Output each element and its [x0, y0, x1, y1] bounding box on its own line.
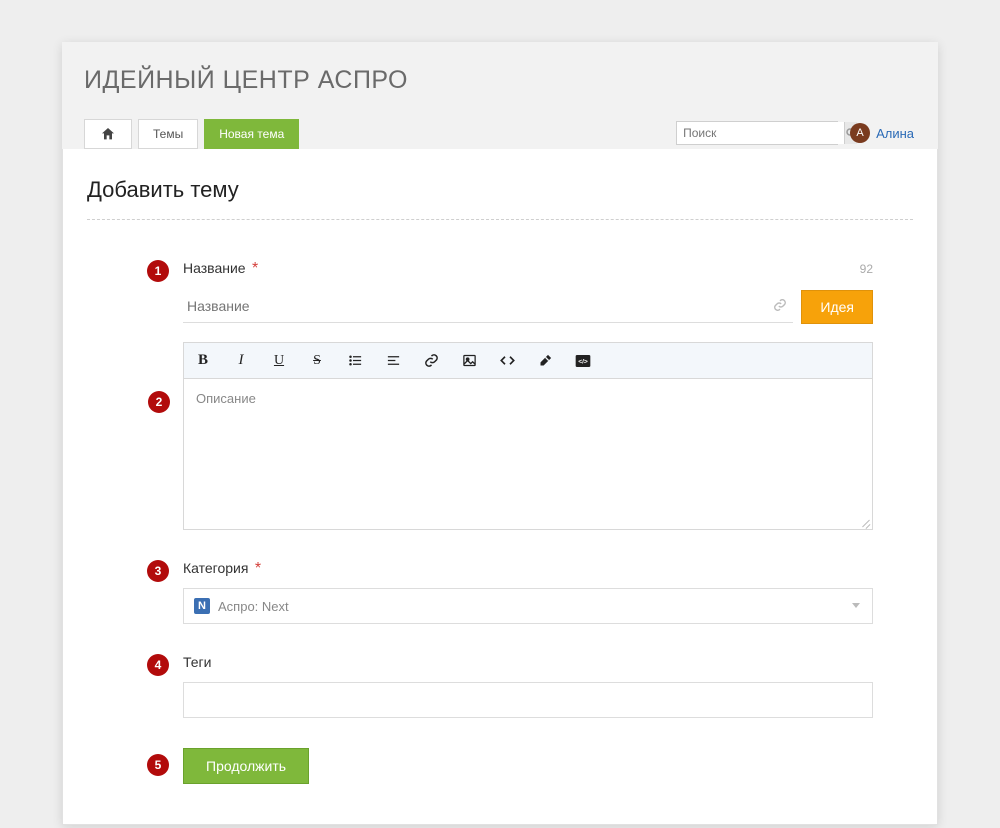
label-category: Категория: [183, 560, 248, 576]
step-badge-1: 1: [147, 260, 169, 282]
required-mark: *: [255, 560, 261, 577]
required-mark: *: [252, 260, 258, 277]
new-topic-form: 1 Название * 92 Идея 2: [87, 220, 913, 784]
page-title: Добавить тему: [87, 177, 913, 220]
field-tags: 4 Теги: [183, 654, 873, 718]
category-selected-value: Аспро: Next: [218, 599, 289, 614]
tags-input[interactable]: [183, 682, 873, 718]
align-icon[interactable]: [384, 352, 402, 370]
field-submit: 5 Продолжить: [183, 748, 873, 784]
user-name-link[interactable]: Алина: [876, 126, 914, 141]
avatar[interactable]: А: [850, 123, 870, 143]
char-counter: 92: [860, 262, 873, 276]
chevron-down-icon: [852, 603, 860, 608]
html-icon[interactable]: </>: [574, 352, 592, 370]
search-box: [676, 121, 838, 145]
italic-icon[interactable]: I: [232, 352, 250, 370]
step-badge-5: 5: [147, 754, 169, 776]
editor-toolbar: B I U S: [184, 343, 872, 379]
underline-icon[interactable]: U: [270, 352, 288, 370]
idea-button[interactable]: Идея: [801, 290, 873, 324]
field-title: 1 Название * 92 Идея 2: [183, 260, 873, 530]
label-title: Название: [183, 260, 246, 276]
label-tags: Теги: [183, 654, 211, 670]
home-icon: [100, 126, 116, 142]
step-badge-4: 4: [147, 654, 169, 676]
title-input[interactable]: [183, 292, 793, 322]
tab-themes[interactable]: Темы: [138, 119, 198, 149]
description-textarea[interactable]: Описание: [184, 379, 872, 529]
image-icon[interactable]: [460, 352, 478, 370]
permalink-icon[interactable]: [773, 298, 787, 312]
nav-bar: Темы Новая тема А Алина: [62, 117, 938, 149]
svg-text:</>: </>: [578, 358, 588, 365]
eraser-icon[interactable]: [536, 352, 554, 370]
strikethrough-icon[interactable]: S: [308, 352, 326, 370]
resize-handle-icon[interactable]: [860, 517, 870, 527]
category-option-icon: N: [194, 598, 210, 614]
main-panel: Добавить тему 1 Название * 92 Идея: [62, 149, 938, 825]
tab-new-theme[interactable]: Новая тема: [204, 119, 299, 149]
code-icon[interactable]: [498, 352, 516, 370]
category-select[interactable]: N Аспро: Next: [183, 588, 873, 624]
field-category: 3 Категория * N Аспро: Next: [183, 560, 873, 624]
continue-button[interactable]: Продолжить: [183, 748, 309, 784]
tab-home[interactable]: [84, 119, 132, 149]
step-badge-2: 2: [148, 391, 170, 413]
app-frame: ИДЕЙНЫЙ ЦЕНТР АСПРО Темы Новая тема А Ал…: [62, 42, 938, 825]
list-icon[interactable]: [346, 352, 364, 370]
site-title: ИДЕЙНЫЙ ЦЕНТР АСПРО: [62, 42, 938, 117]
description-placeholder: Описание: [196, 391, 256, 406]
step-badge-3: 3: [147, 560, 169, 582]
bold-icon[interactable]: B: [194, 352, 212, 370]
link-icon[interactable]: [422, 352, 440, 370]
rich-text-editor: 2 B I U S: [183, 342, 873, 530]
search-input[interactable]: [677, 122, 844, 144]
